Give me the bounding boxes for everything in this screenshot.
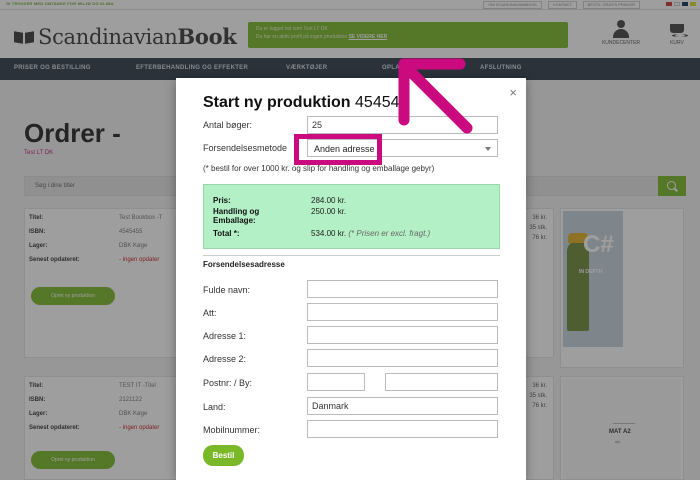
att-label: Att: [203, 308, 217, 318]
total-note: (* Prisen er excl. fragt.) [348, 229, 431, 238]
att-input[interactable] [307, 303, 498, 321]
address1-input[interactable] [307, 326, 498, 344]
address1-label: Adresse 1: [203, 331, 247, 341]
full-name-input[interactable] [307, 280, 498, 298]
price-summary: Pris: 284.00 kr. Handling og Emballage: … [203, 184, 500, 249]
full-name-label: Fulde navn: [203, 285, 251, 295]
country-label: Land: [203, 402, 226, 412]
quantity-label: Antal bøger: [203, 120, 253, 130]
dialog-title: Start ny produktion 454545 [203, 94, 408, 112]
country-input[interactable] [307, 397, 498, 415]
close-icon[interactable]: × [509, 86, 517, 99]
total-amount: 534.00 kr. [311, 229, 347, 238]
order-submit-button[interactable]: Bestil [203, 445, 244, 466]
chevron-down-icon [485, 147, 491, 151]
zip-input[interactable] [307, 373, 365, 391]
total-value: 534.00 kr. (* Prisen er excl. fragt.) [311, 229, 430, 238]
zip-city-label: Postnr: / By: [203, 378, 253, 388]
dialog-title-text: Start ny produktion [203, 94, 351, 111]
handling-value: 250.00 kr. [311, 207, 347, 216]
address2-input[interactable] [307, 349, 498, 367]
shipping-method-label: Forsendelsesmetode [203, 143, 288, 153]
address2-label: Adresse 2: [203, 354, 247, 364]
pointer-arrow-icon [398, 58, 473, 134]
highlight-box [294, 134, 382, 165]
free-handling-note: (* bestil for over 1000 kr. og slip for … [203, 164, 435, 173]
price-value: 284.00 kr. [311, 196, 347, 205]
shipping-address-heading: Forsendelsesadresse [203, 260, 285, 269]
divider [203, 255, 500, 256]
handling-label: Handling og [213, 207, 260, 216]
price-label: Pris: [213, 196, 231, 205]
total-label: Total *: [213, 229, 240, 238]
city-input[interactable] [385, 373, 498, 391]
mobile-label: Mobilnummer: [203, 425, 261, 435]
mobile-input[interactable] [307, 420, 498, 438]
handling-label-2: Emballage: [213, 216, 256, 225]
